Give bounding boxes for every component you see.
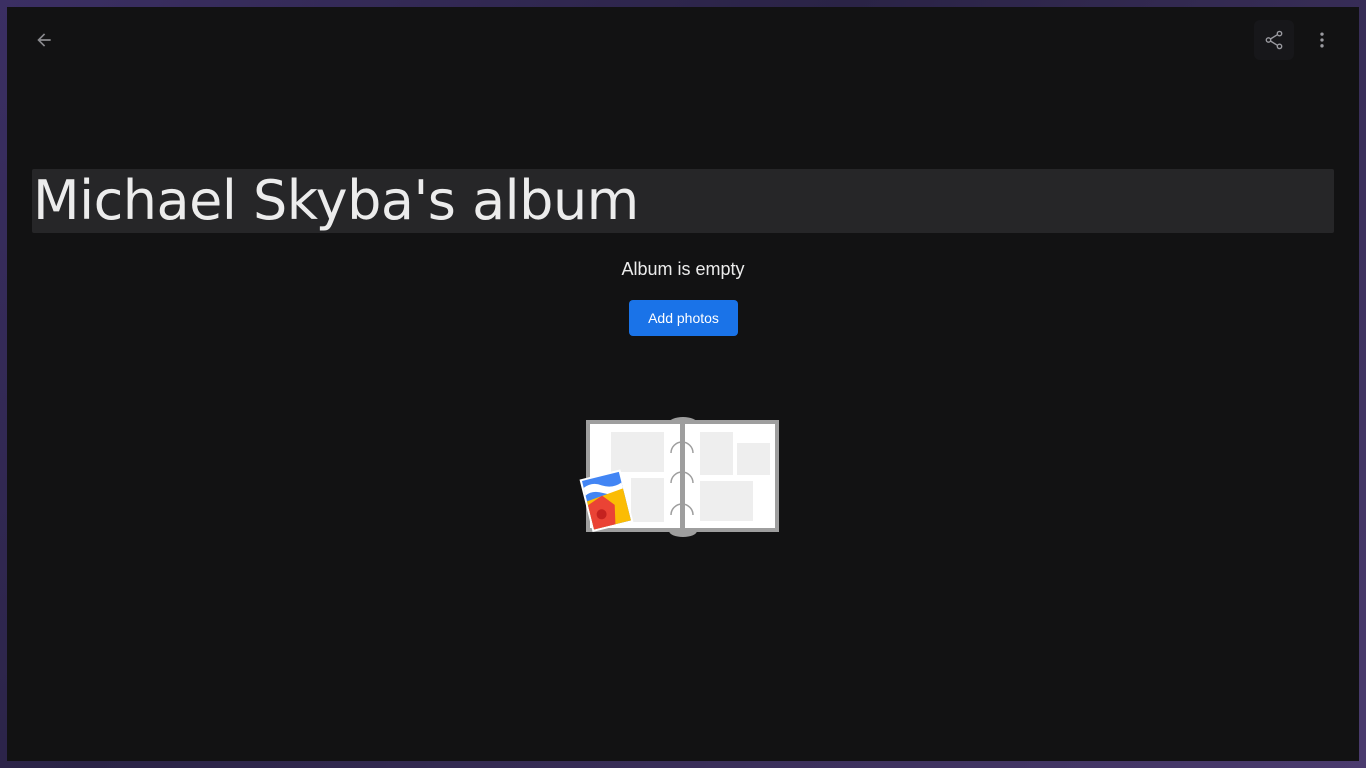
top-bar: [7, 7, 1359, 73]
share-button[interactable]: [1254, 20, 1294, 60]
empty-album-message: Album is empty: [621, 259, 745, 279]
empty-album-illustration: [579, 417, 779, 537]
album-page: Michael Skyba's album Album is empty Add…: [7, 7, 1359, 761]
share-icon: [1265, 30, 1283, 50]
arrow-left-icon: [37, 33, 51, 47]
add-photos-button[interactable]: Add photos: [629, 300, 738, 336]
album-title-field[interactable]: Michael Skyba's album: [32, 169, 1334, 233]
back-button[interactable]: [24, 20, 64, 60]
more-options-button[interactable]: [1302, 20, 1342, 60]
album-title[interactable]: Michael Skyba's album: [33, 169, 639, 233]
desktop-background: Michael Skyba's album Album is empty Add…: [0, 0, 1366, 768]
more-vert-icon: [1320, 32, 1324, 48]
